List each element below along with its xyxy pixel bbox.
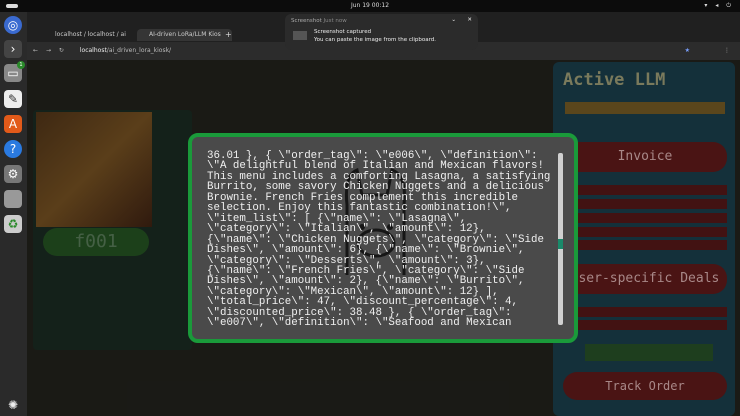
terminal-icon[interactable]: › [4, 40, 22, 58]
active-llm-bar [565, 102, 725, 114]
notification-body: You can paste the image from the clipboa… [314, 37, 437, 43]
deal-action-button[interactable] [585, 344, 713, 361]
forward-icon[interactable]: → [46, 47, 51, 54]
files-badge: 1 [17, 61, 25, 69]
tab-kiosk[interactable]: AI-driven LoRa/LLM Kios [137, 29, 232, 41]
dock: ◎ › ▭ 1 ✎ A ? ⚙ ♻ ✺ [0, 12, 27, 416]
files-icon[interactable]: ▭ 1 [4, 61, 25, 82]
invoice-row [563, 240, 727, 250]
invoice-button[interactable]: Invoice [563, 142, 727, 172]
invoice-row [563, 213, 727, 223]
modal-scrollbar[interactable] [558, 153, 563, 325]
expand-icon[interactable]: ⌄ [451, 17, 456, 23]
system-tray[interactable]: ▾ ◂ ⏻ [704, 2, 734, 10]
clock[interactable]: Jun 19 00:12 [0, 2, 740, 9]
track-order-button[interactable]: Track Order [563, 372, 727, 400]
invoice-row [563, 199, 727, 209]
scrollbar-thumb[interactable] [558, 238, 563, 249]
json-line: \"e007\", \"definition\": \"Seafood and … [207, 317, 512, 330]
notification-app: Screenshot Just now [291, 18, 347, 24]
reload-icon[interactable]: ↻ [59, 47, 64, 54]
text-editor-icon[interactable]: ✎ [4, 90, 22, 108]
url-host: localhost [79, 47, 107, 54]
json-line: Dishes\", \"amount\": 6}, {\"name\": \"B… [207, 244, 525, 257]
menu-icon[interactable]: ⋮ [724, 42, 730, 60]
deal-select[interactable] [563, 320, 727, 330]
bookmark-star-icon[interactable]: ★ [685, 42, 690, 60]
new-tab-button[interactable]: + [225, 29, 232, 41]
invoice-row [563, 227, 727, 237]
tab-phpmyadmin[interactable]: localhost / localhost / ai [43, 29, 133, 41]
order-json-text: 36.01 }, { \"order_tag\": \"e006\", \"de… [207, 150, 550, 330]
app-center-icon[interactable]: A [4, 115, 22, 133]
chromium-icon[interactable]: ◎ [4, 16, 22, 34]
trash-icon[interactable]: ♻ [4, 215, 22, 233]
back-icon[interactable]: ← [33, 47, 38, 54]
active-llm-title: Active LLM [563, 70, 666, 90]
user-deals-button[interactable]: User-specific Deals [563, 264, 727, 294]
deal-row [563, 307, 727, 317]
disk-icon[interactable] [4, 190, 22, 208]
invoice-row [563, 185, 727, 195]
order-json-modal: 36.01 }, { \"order_tag\": \"e006\", \"de… [188, 133, 578, 343]
apps-grid-icon[interactable]: ✺ [4, 396, 22, 414]
url-path: /ai_driven_lora_kiosk/ [106, 47, 172, 54]
system-top-bar: Jun 19 00:12 ▾ ◂ ⏻ [0, 0, 740, 12]
screenshot-thumbnail [293, 31, 307, 40]
settings-icon[interactable]: ⚙ [4, 165, 22, 183]
screenshot-notification[interactable]: Screenshot Just now ⌄ ✕ Screenshot captu… [285, 14, 478, 50]
help-icon[interactable]: ? [4, 140, 22, 158]
notification-title: Screenshot captured [314, 29, 372, 35]
right-panel: Active LLM Invoice User-specific Deals T… [553, 62, 735, 416]
close-icon[interactable]: ✕ [467, 17, 472, 23]
